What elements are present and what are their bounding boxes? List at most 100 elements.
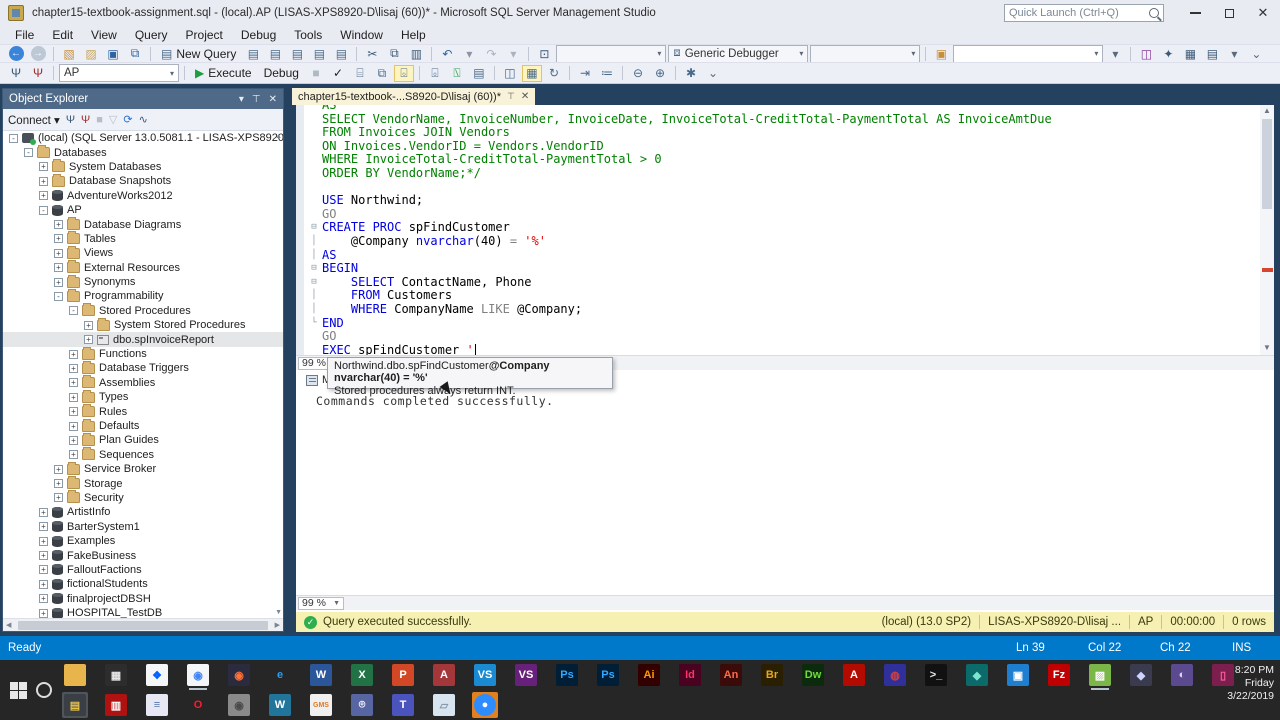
code-line[interactable]: │ FROM Customers (306, 289, 1258, 303)
restore-button[interactable] (1212, 0, 1246, 26)
tree-item[interactable]: +Database Triggers (3, 361, 283, 375)
start-button[interactable] (10, 682, 27, 699)
tree-expander-icon[interactable]: + (39, 162, 48, 171)
scroll-down-icon[interactable]: ▼ (1263, 343, 1271, 352)
tree-item[interactable]: +finalprojectDBSH (3, 592, 283, 606)
tree-item[interactable]: +Rules (3, 404, 283, 418)
client-stats-icon[interactable]: ▤ (469, 65, 489, 82)
tree-expander-icon[interactable]: + (54, 493, 63, 502)
tree-item[interactable]: -AP (3, 203, 283, 217)
properties-icon[interactable]: ✦ (1158, 45, 1178, 62)
tree-expander-icon[interactable]: + (54, 234, 63, 243)
opera-icon[interactable]: O (185, 692, 211, 718)
tree-item[interactable]: +dbo.spInvoiceReport (3, 332, 283, 346)
find-in-files-icon[interactable]: ▣ (931, 45, 951, 62)
tree-item[interactable]: +fictionalStudents (3, 577, 283, 591)
generic-debugger-combo[interactable]: ⧈Generic Debugger▾ (668, 45, 808, 63)
tree-expander-icon[interactable]: + (39, 522, 48, 531)
inkscape-icon[interactable]: ◆ (1128, 662, 1154, 688)
scrollbar-thumb[interactable] (1262, 119, 1272, 209)
code-line[interactable]: │ @Company nvarchar(40) = '%' (306, 235, 1258, 249)
scroll-up-icon[interactable]: ▲ (275, 133, 282, 140)
code-line[interactable]: FROM Invoices JOIN Vendors (306, 126, 1258, 140)
empty-combo-2[interactable]: ▾ (810, 45, 920, 63)
tree-item[interactable]: +External Resources (3, 261, 283, 275)
tree-item[interactable]: +Security (3, 491, 283, 505)
tree-expander-icon[interactable]: + (39, 508, 48, 517)
oe-filter-icon[interactable]: ▽ (109, 113, 117, 126)
tree-expander-icon[interactable]: + (54, 278, 63, 287)
audio-app-icon[interactable]: ◍ (882, 662, 908, 688)
cortana-search-icon[interactable] (36, 682, 52, 698)
code-line[interactable]: SELECT VendorName, InvoiceNumber, Invoic… (306, 113, 1258, 127)
menu-view[interactable]: View (82, 26, 126, 44)
tree-expander-icon[interactable]: - (69, 306, 78, 315)
messages-hscrollbar[interactable] (348, 598, 1270, 609)
camtasia-icon[interactable]: ◆ (964, 662, 990, 688)
oe-stop-icon[interactable]: ■ (96, 114, 103, 126)
menu-query[interactable]: Query (126, 26, 177, 44)
word-icon[interactable]: W (308, 662, 334, 688)
close-panel-icon[interactable]: ✕ (269, 94, 277, 105)
tree-expander-icon[interactable]: + (54, 263, 63, 272)
connect-icon[interactable]: Ψ (6, 65, 26, 82)
notepad-app-icon[interactable]: ≡ (144, 692, 170, 718)
redo-icon[interactable]: ↷ (481, 45, 501, 62)
chrome-icon[interactable]: ◉ (185, 662, 211, 688)
menu-file[interactable]: File (6, 26, 43, 44)
tree-expander-icon[interactable]: + (39, 580, 48, 589)
live-stats-icon[interactable]: ⍂ (447, 65, 467, 82)
code-line[interactable]: ON Invoices.VendorID = Vendors.VendorID (306, 140, 1258, 154)
document-tab[interactable]: chapter15-textbook-...S8920-D\lisaj (60)… (292, 88, 535, 105)
tree-expander-icon[interactable]: + (84, 321, 93, 330)
connect-button[interactable]: Connect ▾ (8, 113, 60, 127)
code-line[interactable]: ORDER BY VendorName;*/ (306, 167, 1258, 181)
code-lines[interactable]: ASSELECT VendorName, InvoiceNumber, Invo… (306, 105, 1258, 355)
tree-expander-icon[interactable]: + (39, 565, 48, 574)
save-all-icon[interactable]: ⧉ (125, 45, 145, 62)
sticky-notes-icon[interactable]: ▱ (431, 692, 457, 718)
execute-button[interactable]: ▶Execute (190, 64, 257, 82)
visual-studio-code-icon[interactable]: VS (472, 662, 498, 688)
oe-connect-plug-icon[interactable]: Ψ (66, 114, 75, 126)
code-line[interactable]: ⊟CREATE PROC spFindCustomer (306, 221, 1258, 235)
tree-item[interactable]: +Service Broker (3, 462, 283, 476)
decrease-indent-icon[interactable]: ⊖ (628, 65, 648, 82)
tree-item[interactable]: +Database Diagrams (3, 217, 283, 231)
tree-expander-icon[interactable]: - (39, 206, 48, 215)
snagit-icon[interactable]: ▣ (1005, 662, 1031, 688)
tree-expander-icon[interactable]: + (69, 393, 78, 402)
tree-item[interactable]: +HOSPITAL_TestDB (3, 606, 283, 618)
calculator-icon[interactable]: ▦ (103, 662, 129, 688)
find-dropdown-icon[interactable]: ▾ (1105, 45, 1125, 62)
wordpress-icon[interactable]: W (267, 692, 293, 718)
tree-expander-icon[interactable]: - (54, 292, 63, 301)
tree-expander-icon[interactable]: + (69, 407, 78, 416)
taskbar-clock[interactable]: 8:20 PM Friday 3/22/2019 (1227, 664, 1274, 703)
filezilla-icon[interactable]: Fz (1046, 662, 1072, 688)
excel-icon[interactable]: X (349, 662, 375, 688)
dmx-query-icon[interactable]: ▤ (287, 45, 307, 62)
firefox-icon[interactable]: ◉ (226, 662, 252, 688)
tree-expander-icon[interactable]: + (69, 450, 78, 459)
tree-expander-icon[interactable]: + (39, 609, 48, 618)
toolbox-app-icon[interactable]: ▥ (103, 692, 129, 718)
object-explorer-hscrollbar[interactable]: ◀ ▶ (3, 618, 283, 631)
chevron-down-icon[interactable]: ▾ (164, 69, 174, 78)
tree-item[interactable]: +Examples (3, 534, 283, 548)
oe-activity-icon[interactable]: ∿ (139, 113, 148, 126)
undo-dropdown-icon[interactable]: ▾ (459, 45, 479, 62)
zoom-icon[interactable]: ● (472, 692, 498, 718)
tree-expander-icon[interactable]: + (39, 594, 48, 603)
tree-expander-icon[interactable]: + (54, 479, 63, 488)
tree-expander-icon[interactable]: + (54, 220, 63, 229)
estimated-plan-icon[interactable]: ⌻ (425, 65, 445, 82)
scroll-left-icon[interactable]: ◀ (3, 621, 14, 629)
xmla-query-icon[interactable]: ▤ (309, 45, 329, 62)
visual-studio-icon[interactable]: VS (513, 662, 539, 688)
code-line[interactable]: WHERE InvoiceTotal-CreditTotal-PaymentTo… (306, 153, 1258, 167)
discord-icon[interactable]: ⌾ (349, 692, 375, 718)
minimize-button[interactable] (1178, 0, 1212, 26)
stop-icon[interactable]: ■ (306, 65, 326, 82)
tree-item[interactable]: -Databases (3, 145, 283, 159)
